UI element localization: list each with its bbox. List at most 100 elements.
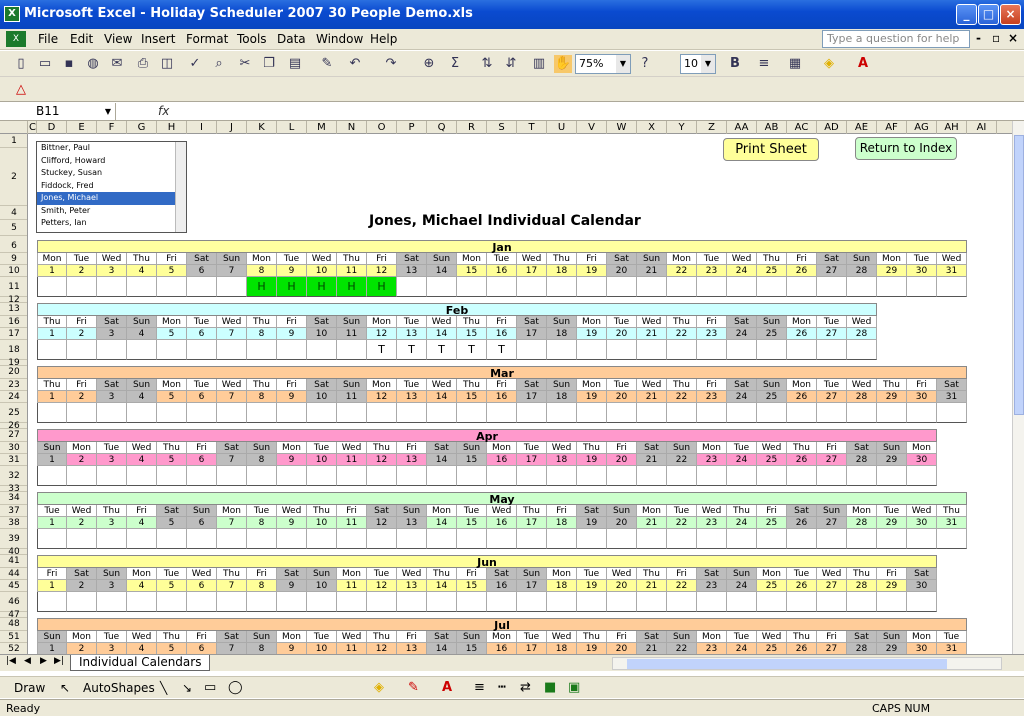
- format-painter-icon[interactable]: ✎: [318, 55, 336, 73]
- column-header[interactable]: Y: [667, 121, 697, 134]
- align-left-icon[interactable]: ≡: [755, 55, 773, 73]
- day-entry-cell[interactable]: [727, 403, 757, 423]
- day-entry-cell[interactable]: [817, 466, 847, 486]
- day-entry-cell[interactable]: [667, 592, 697, 612]
- column-header[interactable]: AG: [907, 121, 937, 134]
- horizontal-scrollbar[interactable]: [612, 657, 1002, 670]
- column-header[interactable]: W: [607, 121, 637, 134]
- day-entry-cell[interactable]: H: [247, 277, 277, 297]
- day-entry-cell[interactable]: T: [427, 340, 457, 360]
- font-color-icon[interactable]: A: [854, 55, 872, 73]
- day-entry-cell[interactable]: [847, 466, 877, 486]
- column-header[interactable]: O: [367, 121, 397, 134]
- day-entry-cell[interactable]: [937, 529, 967, 549]
- prev-sheet-icon[interactable]: ◀: [24, 656, 31, 666]
- column-header[interactable]: N: [337, 121, 367, 134]
- day-entry-cell[interactable]: [307, 466, 337, 486]
- day-entry-cell[interactable]: [577, 340, 607, 360]
- day-entry-cell[interactable]: [787, 466, 817, 486]
- row-header[interactable]: 37: [0, 505, 27, 517]
- sort-descending-icon[interactable]: ⇵: [502, 55, 520, 73]
- row-header[interactable]: 46: [0, 592, 27, 612]
- draw-fill-color-icon[interactable]: ◈: [374, 680, 384, 695]
- email-icon[interactable]: ✉: [108, 55, 126, 73]
- doc-close-icon[interactable]: ×: [1008, 31, 1018, 45]
- day-entry-cell[interactable]: [397, 592, 427, 612]
- row-header[interactable]: 17: [0, 328, 27, 340]
- day-entry-cell[interactable]: H: [367, 277, 397, 297]
- day-entry-cell[interactable]: T: [367, 340, 397, 360]
- warning-icon[interactable]: △: [12, 81, 30, 99]
- listbox-scrollbar[interactable]: [175, 142, 186, 232]
- day-entry-cell[interactable]: [457, 277, 487, 297]
- day-entry-cell[interactable]: [217, 529, 247, 549]
- day-entry-cell[interactable]: [157, 277, 187, 297]
- column-header[interactable]: AB: [757, 121, 787, 134]
- day-entry-cell[interactable]: [157, 466, 187, 486]
- row-header[interactable]: 27: [0, 429, 27, 442]
- column-header[interactable]: F: [97, 121, 127, 134]
- row-header[interactable]: 48: [0, 618, 27, 631]
- row-header[interactable]: 23: [0, 379, 27, 391]
- day-entry-cell[interactable]: [427, 466, 457, 486]
- day-entry-cell[interactable]: [277, 592, 307, 612]
- column-header[interactable]: E: [67, 121, 97, 134]
- day-entry-cell[interactable]: [127, 340, 157, 360]
- column-header[interactable]: AD: [817, 121, 847, 134]
- day-entry-cell[interactable]: [127, 277, 157, 297]
- day-entry-cell[interactable]: [727, 277, 757, 297]
- minimize-button[interactable]: _: [956, 4, 977, 25]
- listbox-item[interactable]: Fiddock, Fred: [37, 180, 175, 193]
- rectangle-icon[interactable]: ▭: [204, 680, 216, 695]
- oval-icon[interactable]: ◯: [228, 680, 243, 695]
- column-header[interactable]: C: [29, 121, 37, 134]
- column-header[interactable]: J: [217, 121, 247, 134]
- column-header[interactable]: I: [187, 121, 217, 134]
- row-header[interactable]: 16: [0, 316, 27, 328]
- day-entry-cell[interactable]: [277, 466, 307, 486]
- day-entry-cell[interactable]: [547, 403, 577, 423]
- listbox-item[interactable]: Stuckey, Susan: [37, 167, 175, 180]
- day-entry-cell[interactable]: [607, 277, 637, 297]
- day-entry-cell[interactable]: [187, 277, 217, 297]
- day-entry-cell[interactable]: [517, 340, 547, 360]
- day-entry-cell[interactable]: [217, 403, 247, 423]
- day-entry-cell[interactable]: [157, 340, 187, 360]
- menu-edit[interactable]: Edit: [70, 32, 93, 46]
- day-entry-cell[interactable]: [697, 277, 727, 297]
- column-header[interactable]: X: [637, 121, 667, 134]
- day-entry-cell[interactable]: [727, 466, 757, 486]
- day-entry-cell[interactable]: [277, 403, 307, 423]
- day-entry-cell[interactable]: [607, 403, 637, 423]
- day-entry-cell[interactable]: [817, 340, 847, 360]
- day-entry-cell[interactable]: [337, 403, 367, 423]
- day-entry-cell[interactable]: [907, 403, 937, 423]
- day-entry-cell[interactable]: [637, 466, 667, 486]
- day-entry-cell[interactable]: [157, 403, 187, 423]
- listbox-item[interactable]: Petters, Ian: [37, 217, 175, 230]
- day-entry-cell[interactable]: [517, 466, 547, 486]
- fx-icon[interactable]: fx: [158, 104, 169, 118]
- day-entry-cell[interactable]: [367, 529, 397, 549]
- row-header[interactable]: 10: [0, 265, 27, 277]
- row-header[interactable]: 41: [0, 555, 27, 568]
- day-entry-cell[interactable]: [247, 529, 277, 549]
- day-entry-cell[interactable]: [877, 529, 907, 549]
- row-header[interactable]: 45: [0, 580, 27, 592]
- day-entry-cell[interactable]: [337, 466, 367, 486]
- day-entry-cell[interactable]: [37, 403, 67, 423]
- day-entry-cell[interactable]: [637, 592, 667, 612]
- menu-data[interactable]: Data: [277, 32, 306, 46]
- day-entry-cell[interactable]: [787, 340, 817, 360]
- day-entry-cell[interactable]: [937, 403, 967, 423]
- line-icon[interactable]: ╲: [160, 681, 167, 695]
- last-sheet-icon[interactable]: ▶|: [54, 656, 64, 666]
- day-entry-cell[interactable]: [187, 466, 217, 486]
- day-entry-cell[interactable]: [547, 529, 577, 549]
- redo-icon[interactable]: ↷: [382, 55, 400, 73]
- day-entry-cell[interactable]: [697, 529, 727, 549]
- day-entry-cell[interactable]: [787, 592, 817, 612]
- row-header[interactable]: 13: [0, 303, 27, 316]
- day-entry-cell[interactable]: [247, 592, 277, 612]
- print-preview-icon[interactable]: ◫: [158, 55, 176, 73]
